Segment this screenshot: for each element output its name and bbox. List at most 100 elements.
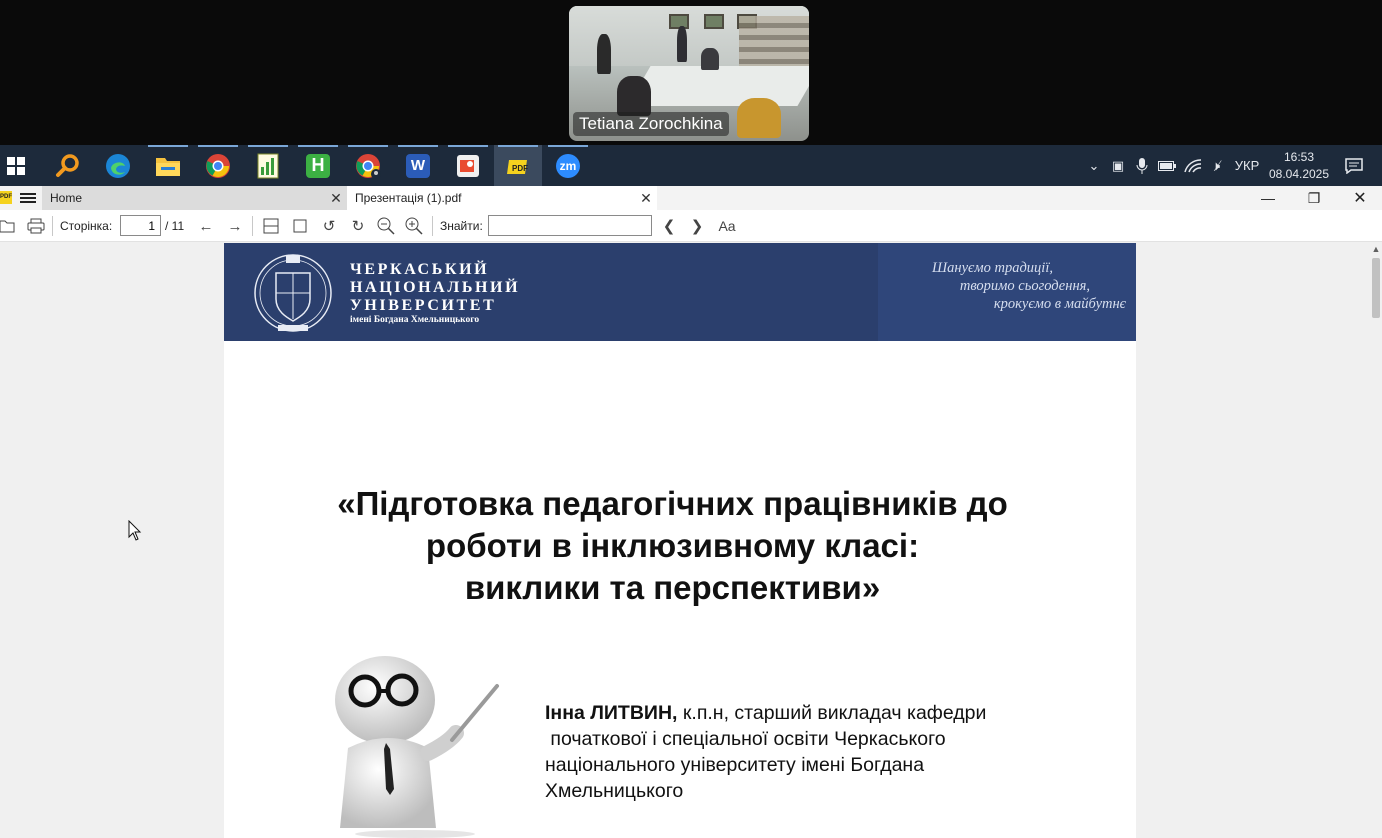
- hamburger-icon: [20, 193, 36, 195]
- font-settings-button[interactable]: Aa: [714, 216, 740, 236]
- university-subtitle: імені Богдана Хмельницького: [350, 315, 480, 325]
- pdf-app-logo-icon: PDF: [0, 191, 12, 204]
- page-total: / 11: [165, 219, 185, 233]
- find-label: Знайти:: [440, 219, 483, 233]
- battery-icon: [1158, 160, 1176, 171]
- prev-page-button[interactable]: ←: [195, 216, 217, 236]
- tray-battery[interactable]: [1156, 145, 1178, 186]
- participant-name: Tetiana Zorochkina: [573, 112, 729, 136]
- taskbar-app-pdf[interactable]: [444, 145, 492, 186]
- author-name: Інна ЛИТВИН,: [545, 702, 678, 724]
- tab-document[interactable]: Презентація (1).pdf ✕: [347, 186, 657, 210]
- folder-icon: [156, 157, 180, 176]
- taskbar-chrome[interactable]: [194, 145, 242, 186]
- taskbar-word[interactable]: W: [394, 145, 442, 186]
- chrome-icon: [206, 153, 230, 178]
- chevron-right-icon: ❯: [690, 218, 704, 235]
- open-button[interactable]: [0, 216, 18, 236]
- screen: Tetiana Zorochkina H W PDF zm ⌄ ▣ 🕨̸ УКР…: [0, 0, 1382, 838]
- restore-button[interactable]: ❐: [1291, 186, 1337, 210]
- taskbar-app-h[interactable]: H: [294, 145, 342, 186]
- zoom-out-icon: [377, 217, 395, 235]
- pdf-app-icon: [457, 154, 479, 177]
- chart-file-icon: [257, 153, 279, 178]
- next-page-button[interactable]: →: [224, 216, 246, 236]
- h-app-icon: H: [306, 153, 330, 178]
- fit-page-button[interactable]: [289, 216, 311, 236]
- rotate-right-button[interactable]: ↻: [347, 216, 369, 236]
- word-icon: W: [406, 153, 430, 178]
- fit-page-icon: [293, 219, 307, 233]
- fit-width-icon: [263, 218, 279, 234]
- edge-icon: [106, 153, 130, 178]
- windows-start-button[interactable]: [0, 145, 32, 186]
- find-prev-button[interactable]: ❮: [658, 216, 680, 236]
- slide-title: «Підготовка педагогічних працівників до …: [337, 485, 1008, 606]
- university-seal-icon: [254, 254, 332, 332]
- vertical-scrollbar[interactable]: ▲: [1370, 242, 1382, 838]
- tab-document-label: Презентація (1).pdf: [355, 191, 462, 205]
- taskbar-zoom[interactable]: zm: [544, 145, 592, 186]
- window-close-button[interactable]: ✕: [1337, 186, 1382, 210]
- zoom-icon: zm: [556, 153, 580, 178]
- slide-banner: ЧЕРКАСЬКИЙ НАЦІОНАЛЬНИЙ УНІВЕРСИТЕТ імен…: [224, 243, 1136, 341]
- tray-wifi[interactable]: [1182, 145, 1204, 186]
- svg-text:PDF: PDF: [512, 164, 528, 173]
- search-icon: [56, 153, 79, 177]
- taskbar: H W PDF zm ⌄ ▣ 🕨̸ УКР 16:53 08.04.2025: [0, 145, 1382, 186]
- printer-icon: [27, 218, 45, 234]
- print-button[interactable]: [25, 216, 47, 236]
- close-icon[interactable]: ✕: [635, 190, 657, 207]
- folder-open-icon: [0, 220, 15, 233]
- university-motto: Шануємо традиції, творимо сьогодення, кр…: [932, 260, 1126, 312]
- zoom-in-button[interactable]: [403, 216, 425, 236]
- rotate-right-icon: ↻: [351, 218, 365, 235]
- volume-muted-icon: 🕨̸: [1211, 157, 1221, 173]
- video-tile[interactable]: Tetiana Zorochkina: [569, 6, 809, 141]
- tray-chevron[interactable]: ⌄: [1084, 145, 1104, 186]
- wifi-icon: [1184, 158, 1202, 172]
- rotate-left-icon: ↺: [322, 218, 336, 235]
- taskbar-pdf-viewer[interactable]: PDF: [494, 145, 542, 186]
- menu-button[interactable]: [18, 189, 38, 207]
- clock-date: 08.04.2025: [1268, 167, 1330, 181]
- scroll-up-icon[interactable]: ▲: [1370, 244, 1382, 256]
- scroll-thumb[interactable]: [1372, 258, 1380, 318]
- clock-time: 16:53: [1283, 150, 1315, 164]
- find-next-button[interactable]: ❯: [686, 216, 708, 236]
- taskbar-clock[interactable]: 16:53 08.04.2025: [1264, 149, 1334, 183]
- minimize-button[interactable]: —: [1245, 186, 1291, 210]
- video-strip: Tetiana Zorochkina: [0, 0, 1382, 145]
- taskbar-file-explorer[interactable]: [144, 145, 192, 186]
- camera-icon: ▣: [1111, 157, 1125, 173]
- viewer-toolbar: Сторінка: / 11 ← → ↺ ↻ Знайти: ❮ ❯ Aa: [0, 210, 1382, 242]
- teacher-figure-icon: [335, 656, 499, 838]
- close-icon[interactable]: ✕: [325, 190, 347, 207]
- taskbar-edge[interactable]: [94, 145, 142, 186]
- taskbar-search[interactable]: [44, 145, 92, 186]
- university-name: ЧЕРКАСЬКИЙ НАЦІОНАЛЬНИЙ УНІВЕРСИТЕТ: [350, 261, 521, 314]
- author-info: Інна ЛИТВИН, к.п.н, старший викладач каф…: [545, 702, 987, 802]
- fit-width-button[interactable]: [260, 216, 282, 236]
- page-label: Сторінка:: [60, 219, 113, 233]
- tab-home[interactable]: Home ✕: [42, 186, 347, 210]
- rotate-left-button[interactable]: ↺: [318, 216, 340, 236]
- zoom-in-icon: [405, 217, 423, 235]
- tray-mic[interactable]: [1132, 145, 1152, 186]
- tab-home-label: Home: [50, 191, 83, 205]
- zoom-out-button[interactable]: [375, 216, 397, 236]
- tray-meet[interactable]: ▣: [1108, 145, 1128, 186]
- page-number-input[interactable]: [120, 215, 161, 236]
- restore-icon: ❐: [1307, 189, 1321, 206]
- find-input[interactable]: [488, 215, 652, 236]
- taskbar-app-chart[interactable]: [244, 145, 292, 186]
- notifications-icon: [1345, 157, 1363, 174]
- chrome-profile-icon: [356, 153, 381, 179]
- tray-language[interactable]: УКР: [1232, 145, 1262, 186]
- taskbar-chrome-2[interactable]: [344, 145, 392, 186]
- chevron-up-icon: ⌄: [1088, 157, 1100, 173]
- chevron-left-icon: ❮: [662, 218, 676, 235]
- tray-volume[interactable]: 🕨̸: [1206, 145, 1226, 186]
- minimize-icon: —: [1261, 190, 1275, 206]
- tray-notifications[interactable]: [1342, 145, 1366, 186]
